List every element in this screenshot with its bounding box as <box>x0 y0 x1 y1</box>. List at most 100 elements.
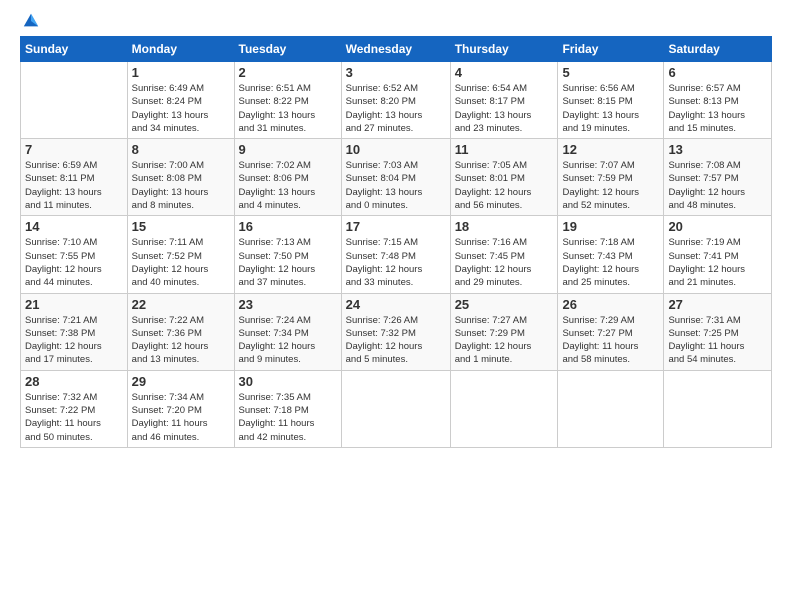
calendar-week-row: 21 Sunrise: 7:21 AM Sunset: 7:38 PM Dayli… <box>21 293 772 370</box>
day-number: 15 <box>132 219 230 234</box>
day-info: Sunrise: 7:15 AM Sunset: 7:48 PM Dayligh… <box>346 236 446 289</box>
day-number: 3 <box>346 65 446 80</box>
day-info: Sunrise: 7:34 AM Sunset: 7:20 PM Dayligh… <box>132 391 230 444</box>
calendar-cell: 3 Sunrise: 6:52 AM Sunset: 8:20 PM Daylig… <box>341 62 450 139</box>
day-number: 2 <box>239 65 337 80</box>
page-header <box>20 16 772 26</box>
day-number: 21 <box>25 297 123 312</box>
calendar-cell: 18 Sunrise: 7:16 AM Sunset: 7:45 PM Dayli… <box>450 216 558 293</box>
day-number: 20 <box>668 219 767 234</box>
day-info: Sunrise: 7:29 AM Sunset: 7:27 PM Dayligh… <box>562 314 659 367</box>
calendar-cell: 11Sunrise: 7:05 AM Sunset: 8:01 PM Dayli… <box>450 139 558 216</box>
calendar-cell: 10 Sunrise: 7:03 AM Sunset: 8:04 PM Dayli… <box>341 139 450 216</box>
weekday-header-friday: Friday <box>558 37 664 62</box>
day-number: 26 <box>562 297 659 312</box>
day-number: 10 <box>346 142 446 157</box>
day-info: Sunrise: 7:08 AM Sunset: 7:57 PM Dayligh… <box>668 159 767 212</box>
day-info: Sunrise: 7:19 AM Sunset: 7:41 PM Dayligh… <box>668 236 767 289</box>
day-info: Sunrise: 6:56 AM Sunset: 8:15 PM Dayligh… <box>562 82 659 135</box>
day-info: Sunrise: 7:03 AM Sunset: 8:04 PM Dayligh… <box>346 159 446 212</box>
day-info: Sunrise: 7:35 AM Sunset: 7:18 PM Dayligh… <box>239 391 337 444</box>
day-number: 25 <box>455 297 554 312</box>
calendar-cell: 12 Sunrise: 7:07 AM Sunset: 7:59 PM Dayli… <box>558 139 664 216</box>
calendar-cell: 6Sunrise: 6:57 AM Sunset: 8:13 PM Daylig… <box>664 62 772 139</box>
day-info: Sunrise: 6:54 AM Sunset: 8:17 PM Dayligh… <box>455 82 554 135</box>
weekday-header-wednesday: Wednesday <box>341 37 450 62</box>
calendar-cell: 17 Sunrise: 7:15 AM Sunset: 7:48 PM Dayli… <box>341 216 450 293</box>
logo <box>20 16 40 26</box>
day-number: 30 <box>239 374 337 389</box>
calendar-cell <box>558 370 664 447</box>
calendar-cell: 4 Sunrise: 6:54 AM Sunset: 8:17 PM Daylig… <box>450 62 558 139</box>
day-number: 29 <box>132 374 230 389</box>
calendar-cell: 20 Sunrise: 7:19 AM Sunset: 7:41 PM Dayli… <box>664 216 772 293</box>
calendar-cell: 1Sunrise: 6:49 AM Sunset: 8:24 PM Daylig… <box>127 62 234 139</box>
day-number: 28 <box>25 374 123 389</box>
day-info: Sunrise: 7:22 AM Sunset: 7:36 PM Dayligh… <box>132 314 230 367</box>
calendar-cell: 16 Sunrise: 7:13 AM Sunset: 7:50 PM Dayli… <box>234 216 341 293</box>
day-number: 24 <box>346 297 446 312</box>
day-number: 23 <box>239 297 337 312</box>
weekday-header-thursday: Thursday <box>450 37 558 62</box>
day-info: Sunrise: 7:10 AM Sunset: 7:55 PM Dayligh… <box>25 236 123 289</box>
calendar-week-row: 14 Sunrise: 7:10 AM Sunset: 7:55 PM Dayli… <box>21 216 772 293</box>
day-info: Sunrise: 7:13 AM Sunset: 7:50 PM Dayligh… <box>239 236 337 289</box>
day-number: 18 <box>455 219 554 234</box>
calendar-cell <box>341 370 450 447</box>
day-info: Sunrise: 6:52 AM Sunset: 8:20 PM Dayligh… <box>346 82 446 135</box>
calendar-cell: 14 Sunrise: 7:10 AM Sunset: 7:55 PM Dayli… <box>21 216 128 293</box>
day-number: 13 <box>668 142 767 157</box>
day-number: 19 <box>562 219 659 234</box>
calendar-header-row: SundayMondayTuesdayWednesdayThursdayFrid… <box>21 37 772 62</box>
day-number: 16 <box>239 219 337 234</box>
day-info: Sunrise: 7:11 AM Sunset: 7:52 PM Dayligh… <box>132 236 230 289</box>
weekday-header-saturday: Saturday <box>664 37 772 62</box>
calendar-cell: 21 Sunrise: 7:21 AM Sunset: 7:38 PM Dayli… <box>21 293 128 370</box>
weekday-header-tuesday: Tuesday <box>234 37 341 62</box>
calendar-cell: 25Sunrise: 7:27 AM Sunset: 7:29 PM Dayli… <box>450 293 558 370</box>
calendar-cell: 22 Sunrise: 7:22 AM Sunset: 7:36 PM Dayli… <box>127 293 234 370</box>
day-info: Sunrise: 7:32 AM Sunset: 7:22 PM Dayligh… <box>25 391 123 444</box>
day-info: Sunrise: 7:18 AM Sunset: 7:43 PM Dayligh… <box>562 236 659 289</box>
day-number: 22 <box>132 297 230 312</box>
weekday-header-monday: Monday <box>127 37 234 62</box>
calendar-cell: 13 Sunrise: 7:08 AM Sunset: 7:57 PM Dayli… <box>664 139 772 216</box>
day-number: 5 <box>562 65 659 80</box>
day-info: Sunrise: 7:26 AM Sunset: 7:32 PM Dayligh… <box>346 314 446 367</box>
day-number: 6 <box>668 65 767 80</box>
day-info: Sunrise: 7:21 AM Sunset: 7:38 PM Dayligh… <box>25 314 123 367</box>
calendar-cell: 23 Sunrise: 7:24 AM Sunset: 7:34 PM Dayli… <box>234 293 341 370</box>
calendar-cell: 29 Sunrise: 7:34 AM Sunset: 7:20 PM Dayli… <box>127 370 234 447</box>
calendar-cell: 2 Sunrise: 6:51 AM Sunset: 8:22 PM Daylig… <box>234 62 341 139</box>
day-info: Sunrise: 7:31 AM Sunset: 7:25 PM Dayligh… <box>668 314 767 367</box>
day-number: 8 <box>132 142 230 157</box>
calendar-cell: 9Sunrise: 7:02 AM Sunset: 8:06 PM Daylig… <box>234 139 341 216</box>
day-number: 7 <box>25 142 123 157</box>
day-number: 9 <box>239 142 337 157</box>
day-info: Sunrise: 7:24 AM Sunset: 7:34 PM Dayligh… <box>239 314 337 367</box>
logo-icon <box>22 12 40 30</box>
calendar-cell: 27 Sunrise: 7:31 AM Sunset: 7:25 PM Dayli… <box>664 293 772 370</box>
calendar-week-row: 28 Sunrise: 7:32 AM Sunset: 7:22 PM Dayli… <box>21 370 772 447</box>
day-info: Sunrise: 6:59 AM Sunset: 8:11 PM Dayligh… <box>25 159 123 212</box>
calendar-cell: 19 Sunrise: 7:18 AM Sunset: 7:43 PM Dayli… <box>558 216 664 293</box>
day-number: 1 <box>132 65 230 80</box>
day-number: 12 <box>562 142 659 157</box>
calendar-cell: 7 Sunrise: 6:59 AM Sunset: 8:11 PM Daylig… <box>21 139 128 216</box>
calendar-week-row: 7 Sunrise: 6:59 AM Sunset: 8:11 PM Daylig… <box>21 139 772 216</box>
day-number: 14 <box>25 219 123 234</box>
day-number: 17 <box>346 219 446 234</box>
day-number: 27 <box>668 297 767 312</box>
calendar-cell: 24 Sunrise: 7:26 AM Sunset: 7:32 PM Dayli… <box>341 293 450 370</box>
calendar-week-row: 1Sunrise: 6:49 AM Sunset: 8:24 PM Daylig… <box>21 62 772 139</box>
day-info: Sunrise: 6:51 AM Sunset: 8:22 PM Dayligh… <box>239 82 337 135</box>
calendar-cell: 26 Sunrise: 7:29 AM Sunset: 7:27 PM Dayli… <box>558 293 664 370</box>
calendar-cell: 5 Sunrise: 6:56 AM Sunset: 8:15 PM Daylig… <box>558 62 664 139</box>
calendar-table: SundayMondayTuesdayWednesdayThursdayFrid… <box>20 36 772 448</box>
calendar-cell: 15 Sunrise: 7:11 AM Sunset: 7:52 PM Dayli… <box>127 216 234 293</box>
day-info: Sunrise: 7:16 AM Sunset: 7:45 PM Dayligh… <box>455 236 554 289</box>
day-info: Sunrise: 7:05 AM Sunset: 8:01 PM Dayligh… <box>455 159 554 212</box>
calendar-cell <box>21 62 128 139</box>
day-info: Sunrise: 7:07 AM Sunset: 7:59 PM Dayligh… <box>562 159 659 212</box>
day-number: 4 <box>455 65 554 80</box>
